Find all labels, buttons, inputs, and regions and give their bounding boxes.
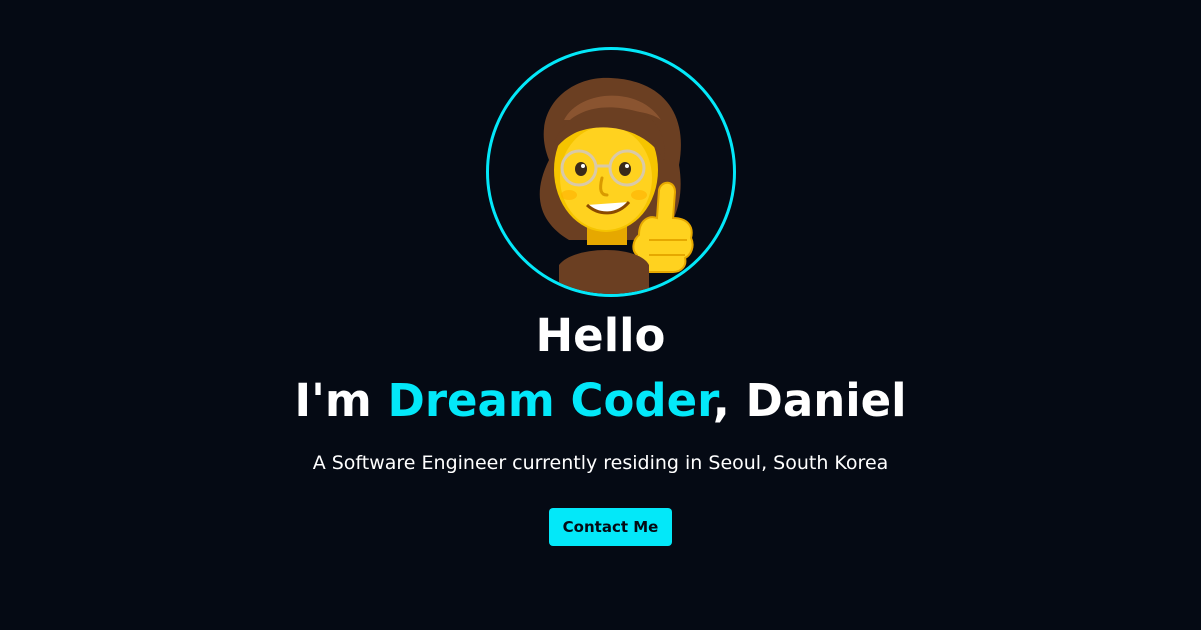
- memoji-avatar-image: [539, 77, 694, 294]
- intro-heading: I'm Dream Coder, Daniel: [0, 370, 1201, 432]
- intro-prefix: I'm: [294, 374, 388, 427]
- greeting-heading: Hello: [535, 309, 666, 362]
- description-text: A Software Engineer currently residing i…: [312, 452, 889, 474]
- intro-highlight: Dream Coder: [387, 374, 713, 427]
- avatar: [486, 47, 736, 297]
- contact-me-button[interactable]: Contact Me: [549, 508, 672, 546]
- home-section: Hello I'm Dream Coder, Daniel A Software…: [0, 0, 1201, 630]
- intro-suffix: , Daniel: [712, 374, 907, 427]
